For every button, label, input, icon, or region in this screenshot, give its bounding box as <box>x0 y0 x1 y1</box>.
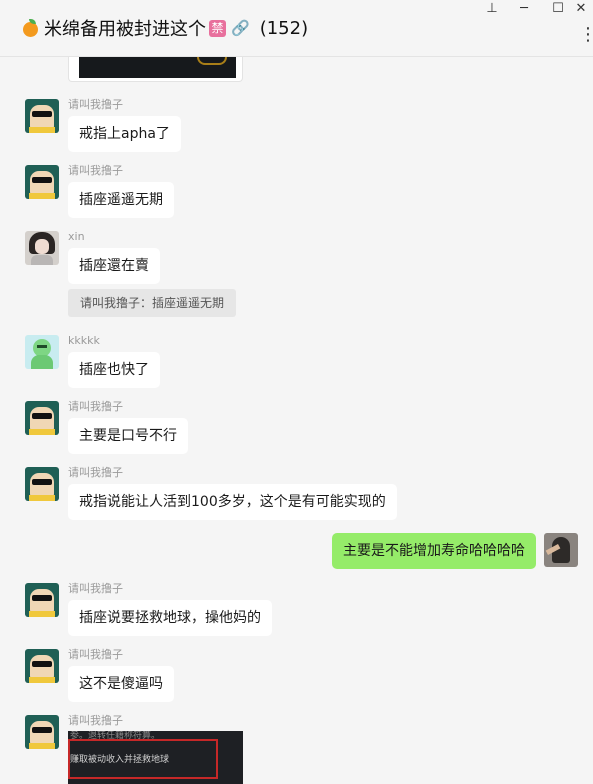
sender-name: 请叫我撸子 <box>68 98 123 111</box>
title-bar: 米绵备用被封进这个 禁 🔗 (152) ⊥ ─ ☐ ✕ ⋮ <box>0 0 593 57</box>
message-bubble[interactable]: 主要是口号不行 <box>68 418 188 454</box>
more-options-icon[interactable]: ⋮ <box>579 24 593 45</box>
avatar[interactable] <box>25 335 59 369</box>
message-bubble[interactable]: 戒指说能让人活到100多岁，这个是有可能实现的 <box>68 484 397 520</box>
sender-name: 请叫我撸子 <box>68 164 123 177</box>
close-icon[interactable]: ✕ <box>565 0 593 18</box>
chat-message-area[interactable]: 请叫我撸子 戒指上apha了 请叫我撸子 插座遥遥无期 xin 插座還在賣 请叫… <box>0 57 593 784</box>
sender-name: 请叫我撸子 <box>68 466 123 479</box>
ban-emoji-icon: 禁 <box>209 19 226 37</box>
sender-name: 请叫我撸子 <box>68 582 123 595</box>
avatar[interactable] <box>25 231 59 265</box>
message-bubble[interactable]: 插座说要拯救地球，操他妈的 <box>68 600 272 636</box>
link-icon: 🔗 <box>231 19 250 37</box>
tangerine-emoji-icon <box>22 19 40 37</box>
message-bubble[interactable]: 插座還在賣 <box>68 248 160 284</box>
pin-icon[interactable]: ⊥ <box>476 0 508 18</box>
sender-name: kkkkk <box>68 334 100 347</box>
image-message[interactable]: 参。退转任籍称符算。 赚取被动收入并拯救地球 <box>68 731 243 784</box>
avatar[interactable] <box>25 401 59 435</box>
message-bubble[interactable]: 这不是傻逼吗 <box>68 666 174 702</box>
sender-name: xin <box>68 230 85 243</box>
message-bubble[interactable]: 插座也快了 <box>68 352 160 388</box>
avatar[interactable] <box>25 165 59 199</box>
avatar[interactable] <box>25 99 59 133</box>
quoted-reply[interactable]: 请叫我撸子：插座遥遥无期 <box>68 289 237 317</box>
avatar[interactable] <box>25 583 59 617</box>
member-count: (152) <box>259 17 309 39</box>
avatar[interactable] <box>25 467 59 501</box>
minimize-icon[interactable]: ─ <box>508 0 540 18</box>
sender-name: 请叫我撸子 <box>68 400 123 413</box>
sender-name: 请叫我撸子 <box>68 714 123 727</box>
message-bubble[interactable]: 戒指上apha了 <box>68 116 181 152</box>
partial-image-message[interactable] <box>68 57 243 82</box>
avatar[interactable] <box>25 649 59 683</box>
avatar[interactable] <box>25 715 59 749</box>
avatar[interactable] <box>544 533 578 567</box>
chat-title[interactable]: 米绵备用被封进这个 <box>44 15 206 41</box>
message-bubble-self[interactable]: 主要是不能增加寿命哈哈哈哈 <box>332 533 536 569</box>
message-bubble[interactable]: 插座遥遥无期 <box>68 182 174 218</box>
chat-title-area: 米绵备用被封进这个 禁 🔗 (152) <box>22 16 308 40</box>
image-highlight-text: 赚取被动收入并拯救地球 <box>70 755 170 765</box>
sender-name: 请叫我撸子 <box>68 648 123 661</box>
